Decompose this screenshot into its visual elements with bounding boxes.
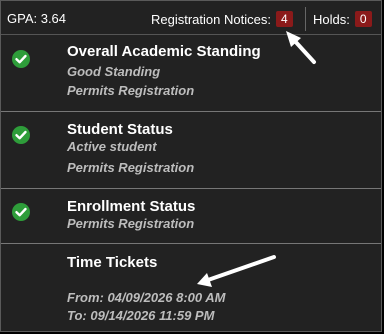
holds-label: Holds: (313, 11, 350, 27)
holds-link[interactable]: Holds: 0 (313, 11, 372, 27)
registration-notices-label: Registration Notices: (151, 11, 271, 27)
time-tickets-title: Time Tickets (67, 254, 158, 271)
enrollment-status-registration: Permits Registration (67, 216, 195, 231)
academic-standing-section: Overall Academic Standing Good Standing … (1, 35, 381, 112)
student-status-value: Active student (67, 139, 157, 154)
check-circle-icon (12, 50, 30, 68)
time-ticket-from: From: 04/09/2026 8:00 AM (67, 290, 226, 305)
student-status-section: Student Status Active student Permits Re… (1, 112, 381, 189)
time-ticket-to: To: 09/14/2026 11:59 PM (67, 308, 215, 323)
registration-notices-link[interactable]: Registration Notices: 4 (151, 11, 293, 27)
check-circle-icon (12, 203, 30, 221)
time-tickets-section: Time Tickets From: 04/09/2026 8:00 AM To… (1, 244, 381, 331)
academic-standing-registration: Permits Registration (67, 83, 195, 98)
student-status-title: Student Status (67, 121, 173, 138)
registration-notices-badge: 4 (275, 11, 293, 27)
summary-bar: GPA: 3.64 Registration Notices: 4 Holds:… (1, 1, 381, 35)
academic-standing-title: Overall Academic Standing (67, 43, 261, 60)
enrollment-status-title: Enrollment Status (67, 198, 196, 215)
check-circle-icon (12, 126, 30, 144)
enrollment-status-section: Enrollment Status Permits Registration (1, 189, 381, 244)
header-divider (305, 7, 306, 31)
student-profile-panel: GPA: 3.64 Registration Notices: 4 Holds:… (0, 0, 382, 332)
student-status-registration: Permits Registration (67, 160, 195, 175)
academic-standing-value: Good Standing (67, 64, 161, 79)
holds-badge: 0 (354, 11, 372, 27)
gpa-value: GPA: 3.64 (7, 11, 67, 26)
